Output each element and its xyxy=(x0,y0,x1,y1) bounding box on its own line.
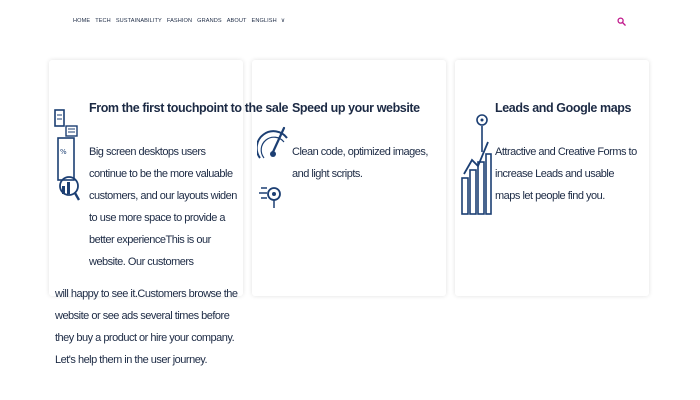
nav-tech[interactable]: TECH xyxy=(95,18,111,24)
card-description: Attractive and Creative Forms to increas… xyxy=(495,146,637,202)
growth-chart-icon xyxy=(461,114,492,215)
card-description-continued: will happy to see it.Customers browse th… xyxy=(55,288,238,366)
nav-grands[interactable]: GRANDS xyxy=(197,18,222,24)
nav-fashion[interactable]: FASHION xyxy=(167,18,192,24)
card-description: Big screen desktops users continue to be… xyxy=(89,146,237,268)
svg-text:%: % xyxy=(60,148,67,156)
main-nav: HOME TECH SUSTAINABILITY FASHION GRANDS … xyxy=(73,17,285,25)
nav-home[interactable]: HOME xyxy=(73,18,90,24)
card-description: Clean code, optimized images, and light … xyxy=(292,146,428,180)
nav-about[interactable]: ABOUT xyxy=(227,18,247,24)
card-title: Speed up your website xyxy=(292,101,420,115)
card-title: From the first touchpoint to the sale xyxy=(89,101,289,115)
search-icon[interactable] xyxy=(617,17,626,26)
card-title: Leads and Google maps xyxy=(495,101,632,115)
analytics-icon: % xyxy=(54,109,80,201)
speedometer-icon xyxy=(257,126,288,208)
nav-language-english[interactable]: ENGLISH xyxy=(251,17,285,24)
nav-sustainability[interactable]: SUSTAINABILITY xyxy=(116,18,162,24)
